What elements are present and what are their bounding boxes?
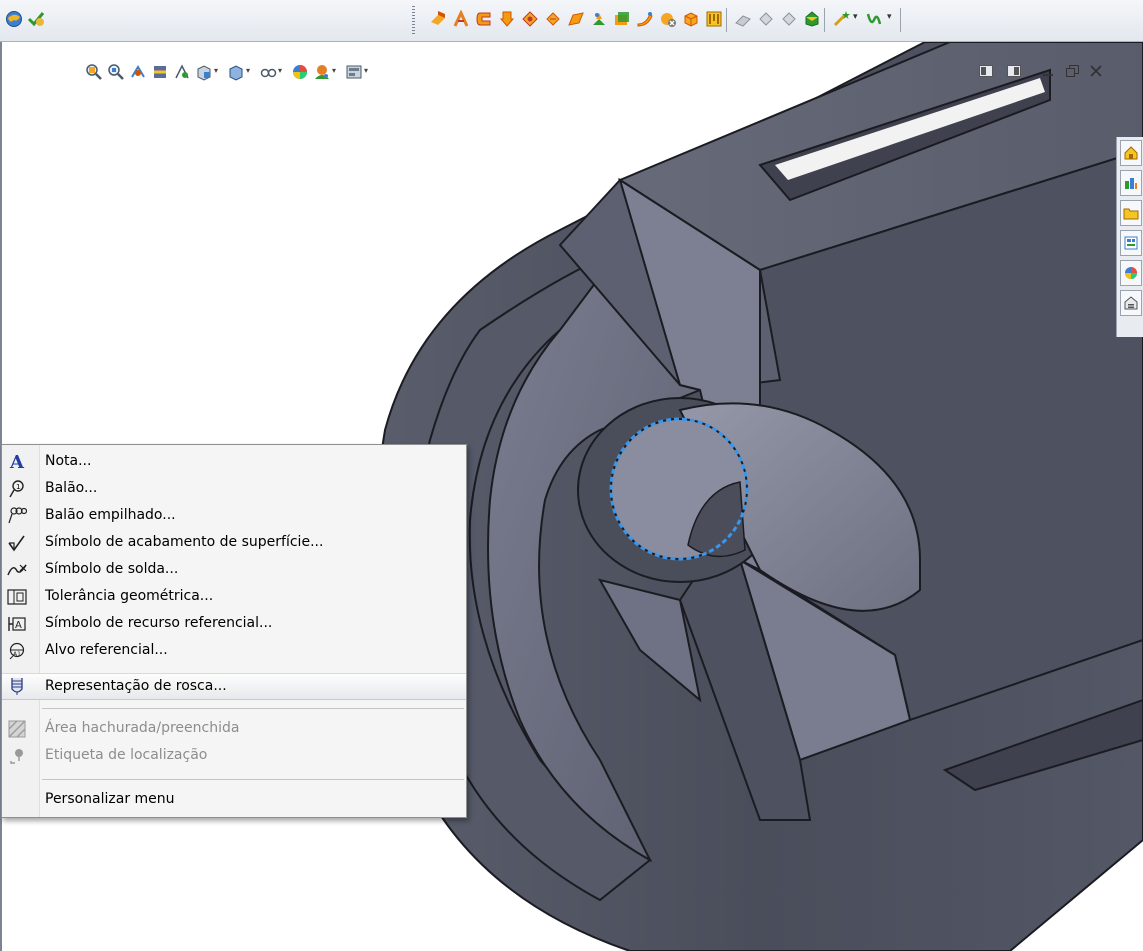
hole-wizard-icon[interactable] xyxy=(704,9,724,29)
menu-item-balao[interactable]: 1 Balão... xyxy=(2,476,466,503)
stacked-balloon-icon xyxy=(6,506,28,526)
design-library-icon[interactable] xyxy=(1120,170,1142,196)
menu-item-personalizar-menu[interactable]: Personalizar menu xyxy=(2,787,466,814)
minimize-icon[interactable] xyxy=(1038,62,1058,80)
curves-icon[interactable] xyxy=(831,9,851,29)
menu-item-area-hachurada[interactable]: Área hachurada/preenchida xyxy=(2,716,466,743)
menu-item-tolerancia-geometrica[interactable]: Tolerância geométrica... xyxy=(2,584,466,611)
menu-item-representacao-rosca[interactable]: Representação de rosca... xyxy=(2,673,466,700)
menu-item-label: Etiqueta de localização xyxy=(45,747,208,763)
view-orientation-icon[interactable] xyxy=(194,62,214,82)
dome-icon[interactable] xyxy=(658,9,678,29)
menu-item-label: Alvo referencial... xyxy=(45,642,168,658)
menu-item-acabamento-superficie[interactable]: Símbolo de acabamento de superfície... xyxy=(2,530,466,557)
menu-item-label: Balão... xyxy=(45,480,98,496)
view-palette-icon[interactable] xyxy=(1120,230,1142,256)
draft-icon[interactable] xyxy=(589,9,609,29)
menu-separator xyxy=(42,708,464,709)
menu-item-label: Nota... xyxy=(45,453,92,469)
menu-item-recurso-referencial[interactable]: A Símbolo de recurso referencial... xyxy=(2,611,466,638)
reference-plane-icon[interactable] xyxy=(733,9,753,29)
tile-left-icon[interactable] xyxy=(976,62,996,80)
revolve-icon[interactable] xyxy=(451,9,471,29)
menu-item-label: Símbolo de solda... xyxy=(45,561,179,577)
geometric-tolerance-icon xyxy=(6,587,28,607)
restore-icon[interactable] xyxy=(1062,62,1082,80)
point-icon[interactable] xyxy=(802,9,822,29)
appearances-icon[interactable] xyxy=(1120,260,1142,286)
svg-text:A: A xyxy=(15,620,22,631)
custom-properties-icon[interactable] xyxy=(1120,290,1142,316)
zoom-area-icon[interactable] xyxy=(106,62,126,82)
previous-view-icon[interactable] xyxy=(128,62,148,82)
display-style-icon[interactable] xyxy=(226,62,246,82)
wrap-icon[interactable] xyxy=(635,9,655,29)
menu-item-alvo-referencial[interactable]: A1 Alvo referencial... xyxy=(2,638,466,665)
surface-finish-icon xyxy=(6,533,28,553)
sweep-icon[interactable] xyxy=(474,9,494,29)
menu-item-label: Balão empilhado... xyxy=(45,507,176,523)
hide-show-items-icon[interactable] xyxy=(258,62,278,82)
rebuild-check-icon[interactable] xyxy=(26,9,46,29)
balloon-icon: 1 xyxy=(6,479,28,499)
close-icon[interactable] xyxy=(1086,62,1106,80)
hatch-area-icon xyxy=(6,719,28,739)
location-label-icon xyxy=(6,746,28,766)
svg-text:A1: A1 xyxy=(13,651,21,658)
edit-appearance-icon[interactable] xyxy=(290,62,310,82)
datum-target-icon: A1 xyxy=(6,641,28,661)
globe-options-icon[interactable] xyxy=(4,9,24,29)
weld-symbol-icon xyxy=(6,560,28,580)
zoom-to-fit-icon[interactable] xyxy=(84,62,104,82)
apply-scene-icon[interactable] xyxy=(312,62,332,82)
instant3d-icon[interactable] xyxy=(864,9,884,29)
menu-item-label: Representação de rosca... xyxy=(45,678,227,694)
extrude-boss-icon[interactable] xyxy=(428,9,448,29)
menu-item-label: Tolerância geométrica... xyxy=(45,588,214,604)
svg-text:1: 1 xyxy=(16,483,20,491)
menu-item-label: Personalizar menu xyxy=(45,791,175,807)
note-icon: A xyxy=(10,451,24,473)
coordinate-system-icon[interactable] xyxy=(779,9,799,29)
shell-icon[interactable] xyxy=(612,9,632,29)
menu-separator xyxy=(42,779,464,780)
cosmetic-thread-icon xyxy=(6,676,28,696)
menu-item-label: Área hachurada/preenchida xyxy=(45,720,240,736)
toolbar-grip[interactable] xyxy=(412,6,415,34)
datum-feature-icon: A xyxy=(6,614,28,634)
rib-icon[interactable] xyxy=(566,9,586,29)
resources-home-icon[interactable] xyxy=(1120,140,1142,166)
menu-item-etiqueta-localizacao[interactable]: Etiqueta de localização xyxy=(2,743,466,770)
menu-item-label: Símbolo de recurso referencial... xyxy=(45,615,273,631)
view-settings-icon[interactable] xyxy=(344,62,364,82)
menu-item-label: Símbolo de acabamento de superfície... xyxy=(45,534,324,550)
task-pane-tabs xyxy=(1116,137,1143,337)
dynamic-annotation-icon[interactable] xyxy=(172,62,192,82)
fillet-icon[interactable] xyxy=(520,9,540,29)
menu-item-balao-empilhado[interactable]: Balão empilhado... xyxy=(2,503,466,530)
section-view-icon[interactable] xyxy=(150,62,170,82)
menu-item-simbolo-solda[interactable]: Símbolo de solda... xyxy=(2,557,466,584)
chamfer-icon[interactable] xyxy=(543,9,563,29)
loft-icon[interactable] xyxy=(497,9,517,29)
command-toolbar: ▾ ▾ xyxy=(0,0,1143,42)
menu-item-nota[interactable]: A Nota... xyxy=(2,449,466,476)
reference-axis-icon[interactable] xyxy=(756,9,776,29)
tile-right-icon[interactable] xyxy=(1004,62,1024,80)
annotations-context-menu: A Nota... 1 Balão... Balão empilhado... … xyxy=(1,444,467,818)
intersect-icon[interactable] xyxy=(681,9,701,29)
file-explorer-icon[interactable] xyxy=(1120,200,1142,226)
